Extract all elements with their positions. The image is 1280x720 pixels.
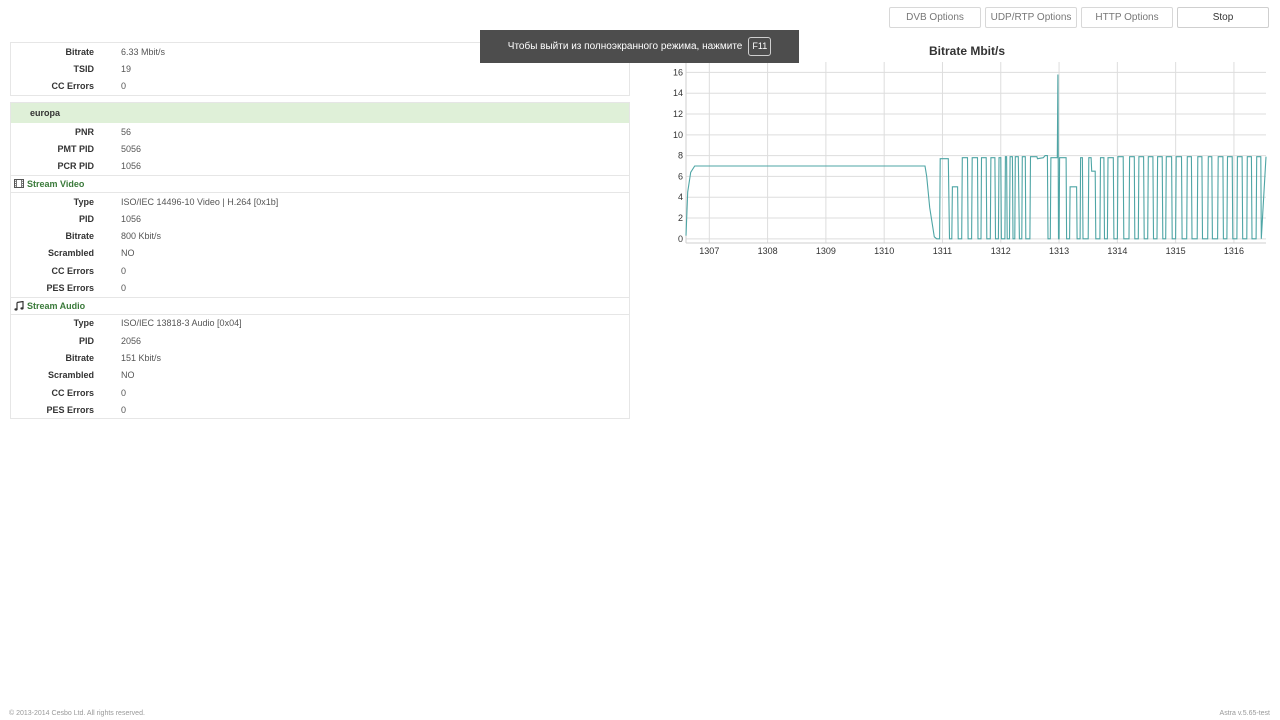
row-label: Bitrate [65, 46, 94, 57]
info-row: CC Errors 0 [11, 78, 629, 95]
row-value: ISO/IEC 14496-10 Video | H.264 [0x1b] [121, 196, 279, 207]
udp-rtp-options-button[interactable]: UDP/RTP Options [985, 7, 1077, 28]
row-label: CC Errors [51, 265, 94, 276]
info-row: Type ISO/IEC 13818-3 Audio [0x04] [11, 315, 629, 332]
y-tick-label: 8 [678, 151, 683, 161]
row-label: PID [78, 213, 94, 224]
row-label: Scrambled [47, 370, 94, 381]
info-row: PES Errors 0 [11, 279, 629, 296]
info-row: Scrambled NO [11, 367, 629, 384]
y-tick-label: 2 [678, 213, 683, 223]
row-value: 0 [121, 81, 127, 92]
footer-version: Astra v.5.65-test [1219, 710, 1270, 717]
y-tick-label: 6 [678, 171, 683, 181]
row-label: PMT PID [57, 143, 94, 154]
row-value: 800 Kbit/s [121, 231, 162, 242]
row-value: 1056 [121, 213, 142, 224]
y-tick-label: 16 [673, 67, 683, 77]
stream-audio-header: Stream Audio [11, 296, 629, 315]
row-label: TSID [73, 63, 94, 74]
row-label: PNR [74, 126, 94, 137]
y-tick-label: 4 [678, 192, 683, 202]
bitrate-chart: Bitrate Mbit/s 0 2 4 6 8 10 12 14 16 1307 1308 1309… [664, 42, 1270, 264]
info-row: Scrambled NO [11, 245, 629, 262]
bitrate-chart-svg: 0 2 4 6 8 10 12 14 16 1307 1308 1309 1310 1311 1312 131… [673, 62, 1267, 256]
row-value: 0 [121, 265, 127, 276]
row-value: 0 [121, 404, 127, 415]
stream-audio-title: Stream Audio [27, 300, 86, 311]
row-value: 0 [121, 283, 127, 294]
y-tick-label: 14 [673, 88, 683, 98]
fullscreen-exit-toast: Чтобы выйти из полноэкранного режима, на… [480, 30, 799, 63]
row-value: 1056 [121, 161, 142, 172]
row-label: PID [78, 335, 94, 346]
x-tick-label: 1311 [933, 246, 952, 256]
info-row: CC Errors 0 [11, 384, 629, 401]
row-value: 0 [121, 387, 127, 398]
row-label: Scrambled [47, 248, 94, 259]
info-row: PID 1056 [11, 210, 629, 227]
toolbar: DVB Options UDP/RTP Options HTTP Options… [889, 7, 1269, 28]
stop-button[interactable]: Stop [1177, 7, 1269, 28]
stream-video-title: Stream Video [27, 178, 85, 189]
f11-key-badge: F11 [748, 37, 772, 56]
x-tick-label: 1314 [1107, 246, 1127, 256]
program-name: europa [11, 103, 629, 123]
y-tick-label: 0 [678, 234, 683, 244]
y-tick-label: 12 [673, 109, 683, 119]
row-value: 6.33 Mbit/s [121, 46, 166, 57]
row-value: NO [121, 370, 135, 381]
info-row: Type ISO/IEC 14496-10 Video | H.264 [0x1b… [11, 193, 629, 210]
row-value: NO [121, 248, 135, 259]
row-label: CC Errors [51, 387, 94, 398]
program-panel: europa PNR 56 PMT PID 5056 PCR PID 1056 … [10, 102, 630, 420]
info-row: Bitrate 800 Kbit/s [11, 227, 629, 244]
row-value: 2056 [121, 335, 142, 346]
row-label: Bitrate [65, 231, 94, 242]
row-value: 151 Kbit/s [121, 352, 162, 363]
x-tick-label: 1308 [758, 246, 778, 256]
toast-message: Чтобы выйти из полноэкранного режима, на… [507, 41, 743, 52]
info-row: PES Errors 0 [11, 401, 629, 418]
row-value: 5056 [121, 143, 142, 154]
row-label: Type [73, 196, 94, 207]
x-tick-label: 1307 [699, 246, 719, 256]
row-label: PCR PID [57, 161, 94, 172]
info-row: PID 2056 [11, 332, 629, 349]
row-label: PES Errors [46, 404, 94, 415]
x-tick-label: 1309 [816, 246, 836, 256]
film-icon [14, 179, 24, 189]
info-row: PCR PID 1056 [11, 158, 629, 175]
info-row: PNR 56 [11, 123, 629, 140]
bitrate-series-line [685, 74, 1267, 240]
info-row: Bitrate 151 Kbit/s [11, 349, 629, 366]
row-label: Bitrate [65, 352, 94, 363]
row-label: PES Errors [46, 283, 94, 294]
footer-copyright: © 2013-2014 Cesbo Ltd. All rights reserv… [9, 710, 145, 717]
x-tick-label: 1310 [874, 246, 894, 256]
info-row: PMT PID 5056 [11, 140, 629, 157]
x-tick-label: 1313 [1049, 246, 1069, 256]
y-tick-label: 10 [673, 130, 683, 140]
x-tick-label: 1316 [1224, 246, 1244, 256]
row-value: 56 [121, 126, 132, 137]
row-label: Type [73, 318, 94, 329]
stream-video-header: Stream Video [11, 174, 629, 193]
x-tick-label: 1315 [1166, 246, 1186, 256]
dvb-options-button[interactable]: DVB Options [889, 7, 981, 28]
row-label: CC Errors [51, 81, 94, 92]
http-options-button[interactable]: HTTP Options [1081, 7, 1173, 28]
row-value: ISO/IEC 13818-3 Audio [0x04] [121, 318, 242, 329]
x-tick-label: 1312 [991, 246, 1011, 256]
info-row: CC Errors 0 [11, 262, 629, 279]
music-note-icon [14, 300, 24, 311]
row-value: 19 [121, 63, 132, 74]
